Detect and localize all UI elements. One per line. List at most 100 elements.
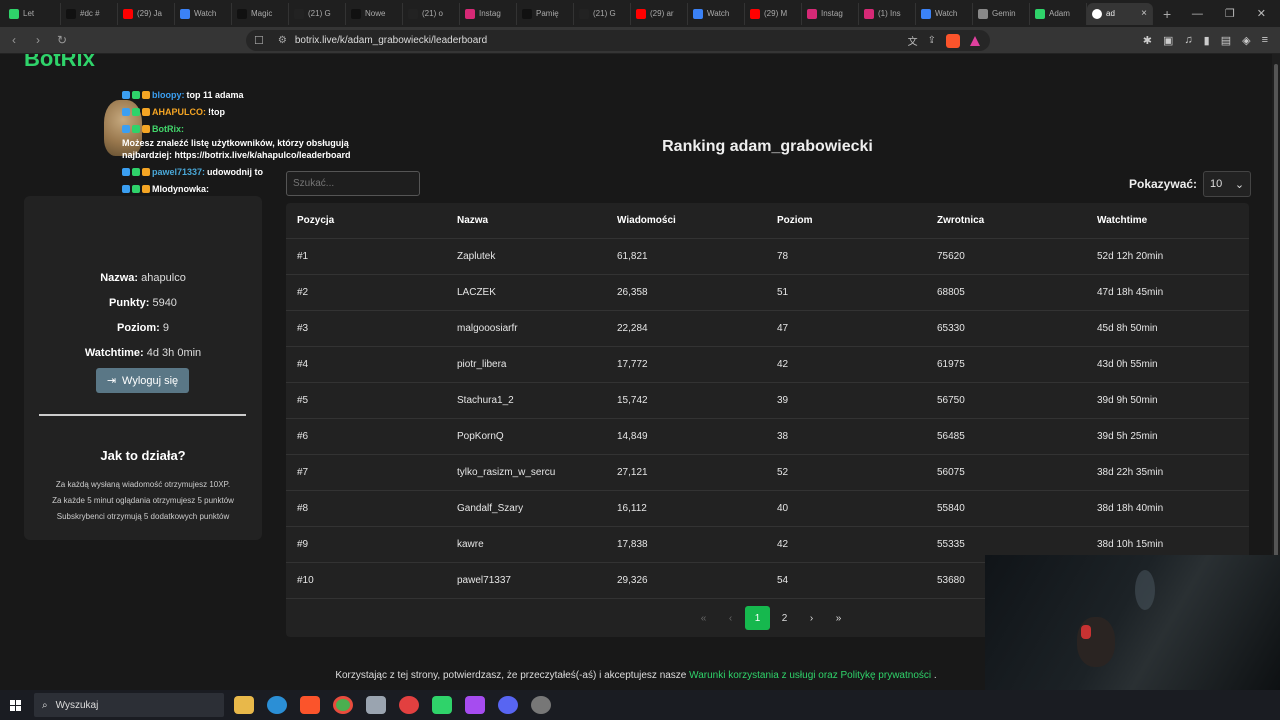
menu-icon[interactable]: ≡ (1262, 34, 1268, 47)
obs-icon[interactable] (399, 696, 419, 714)
tab-favicon-icon (750, 8, 760, 19)
browser-tab[interactable]: Instag (802, 2, 859, 25)
column-header[interactable]: Zwrotnica (937, 215, 984, 226)
active-browser-tab[interactable]: ad × (1087, 2, 1153, 25)
browser-tab[interactable]: (29) M (745, 2, 802, 25)
site-info-icon[interactable]: ⚙ (278, 35, 287, 46)
back-icon[interactable]: ‹ (4, 33, 24, 47)
tab-favicon-icon (864, 8, 874, 19)
settings-icon[interactable] (531, 696, 551, 714)
chat-badge-icon (132, 125, 140, 133)
browser-tab[interactable]: (1) Ins (859, 2, 916, 25)
wallet-icon[interactable]: ▤ (1221, 34, 1231, 47)
close-tab-icon[interactable]: × (1141, 8, 1147, 19)
table-row[interactable]: #3 malgooosiarfr 22,284 47 65330 45d 8h 50min (286, 311, 1249, 347)
close-window-icon[interactable]: ✕ (1257, 7, 1266, 20)
table-cell: 27,121 (617, 467, 648, 478)
browser-tab[interactable]: Instag (460, 2, 517, 25)
tab-favicon-icon (180, 8, 190, 19)
table-row[interactable]: #4 piotr_libera 17,772 42 61975 43d 0h 55min (286, 347, 1249, 383)
column-header[interactable]: Poziom (777, 215, 813, 226)
discord-icon[interactable] (498, 696, 518, 714)
prev-page-button[interactable]: ‹ (717, 606, 744, 630)
table-row[interactable]: #1 Zaplutek 61,821 78 75620 52d 12h 20min (286, 239, 1249, 275)
chat-app-icon[interactable] (465, 696, 485, 714)
url-text[interactable]: botrix.live/k/adam_grabowiecki/leaderboa… (295, 35, 487, 46)
reload-icon[interactable]: ↻ (52, 33, 72, 47)
sidebar-icon[interactable]: ▮ (1204, 34, 1210, 47)
chat-badge-icon (132, 185, 140, 193)
column-header[interactable]: Wiadomości (617, 215, 676, 226)
next-page-button[interactable]: › (798, 606, 825, 630)
logout-button[interactable]: ⇥ Wyloguj się (96, 368, 189, 393)
browser-tab[interactable]: Pamię (517, 2, 574, 25)
browser-tab[interactable]: (21) G (574, 2, 631, 25)
brave-icon[interactable] (300, 696, 320, 714)
share-icon[interactable]: ⇪ (928, 35, 936, 46)
table-cell: #9 (297, 539, 309, 550)
tab-favicon-icon (294, 8, 304, 19)
tab-favicon-icon (807, 8, 817, 19)
last-page-button[interactable]: » (825, 606, 852, 630)
page-1-button[interactable]: 1 (745, 606, 770, 630)
table-row[interactable]: #8 Gandalf_Szary 16,112 40 55840 38d 18h 40mi… (286, 491, 1249, 527)
music-icon[interactable]: ♫ (1184, 34, 1192, 47)
table-row[interactable]: #2 LACZEK 26,358 51 68805 47d 18h 45min (286, 275, 1249, 311)
logo[interactable]: BotRix (24, 54, 95, 72)
page-size-select[interactable]: 10 ⌄ (1203, 171, 1252, 197)
new-tab-button[interactable]: + (1163, 6, 1171, 22)
browser-tab[interactable]: Magic (232, 2, 289, 25)
vpn-icon[interactable]: ◈ (1242, 34, 1250, 47)
tab-favicon-icon (123, 8, 133, 19)
column-header[interactable]: Pozycja (297, 215, 334, 226)
browser-tab[interactable]: Watch (688, 2, 745, 25)
table-cell: 40 (777, 503, 789, 514)
brave-shield-icon[interactable] (946, 33, 960, 48)
table-cell: 14,849 (617, 431, 648, 442)
browser-tab[interactable]: #dc # (61, 2, 118, 25)
table-cell: 39 (777, 395, 789, 406)
file-explorer-icon[interactable] (234, 696, 254, 714)
browser-tab[interactable]: Nowe (346, 2, 403, 25)
first-page-button[interactable]: « (690, 606, 717, 630)
chrome-icon[interactable] (333, 696, 353, 714)
translate-icon[interactable]: 文 (908, 33, 918, 48)
start-button[interactable] (0, 699, 30, 711)
chat-message: AHAPULCO: !top (122, 106, 372, 118)
browser-tab[interactable]: Watch (175, 2, 232, 25)
app-icon[interactable] (366, 696, 386, 714)
how-line: Za każdą wysłaną wiadomość otrzymujesz 1… (55, 480, 231, 489)
restore-icon[interactable]: ❐ (1225, 7, 1235, 20)
browser-tab[interactable]: (29) Ja (118, 2, 175, 25)
terms-link[interactable]: Warunki korzystania z usługi oraz Polity… (689, 670, 931, 681)
media-icon[interactable] (432, 696, 452, 714)
browser-tab[interactable]: (21) o (403, 2, 460, 25)
edge-icon[interactable] (267, 696, 287, 714)
browser-tab[interactable]: Gemin (973, 2, 1030, 25)
table-cell: 61,821 (617, 251, 648, 262)
table-row[interactable]: #5 Stachura1_2 15,742 39 56750 39d 9h 50min (286, 383, 1249, 419)
screenshot-icon[interactable]: ▣ (1163, 34, 1173, 47)
chat-username: AHAPULCO: (152, 107, 206, 117)
browser-tab[interactable]: (21) G (289, 2, 346, 25)
minimize-icon[interactable]: — (1192, 8, 1203, 20)
taskbar-search[interactable]: ⌕ Wyszukaj (34, 693, 224, 717)
search-input[interactable] (286, 171, 420, 196)
table-cell: 52 (777, 467, 789, 478)
table-row[interactable]: #7 tylko_rasizm_w_sercu 27,121 52 56075 38d 2… (286, 455, 1249, 491)
column-header[interactable]: Watchtime (1097, 215, 1147, 226)
browser-tab[interactable]: Adam (1030, 2, 1087, 25)
table-row[interactable]: #6 PopKornQ 14,849 38 56485 39d 5h 25min (286, 419, 1249, 455)
bookmark-icon[interactable]: ☐ (254, 34, 264, 47)
chat-text: udowodnij to (207, 167, 264, 177)
page-2-button[interactable]: 2 (771, 606, 798, 630)
browser-tab[interactable]: Let (4, 2, 61, 25)
extensions-icon[interactable]: ✱ (1143, 34, 1152, 47)
chat-badge-icon (122, 168, 130, 176)
address-bar[interactable]: ☐ ⚙ botrix.live/k/adam_grabowiecki/leade… (246, 30, 990, 51)
browser-tab[interactable]: Watch (916, 2, 973, 25)
brave-rewards-icon[interactable] (970, 35, 980, 46)
forward-icon[interactable]: › (28, 33, 48, 47)
column-header[interactable]: Nazwa (457, 215, 488, 226)
browser-tab[interactable]: (29) ar (631, 2, 688, 25)
